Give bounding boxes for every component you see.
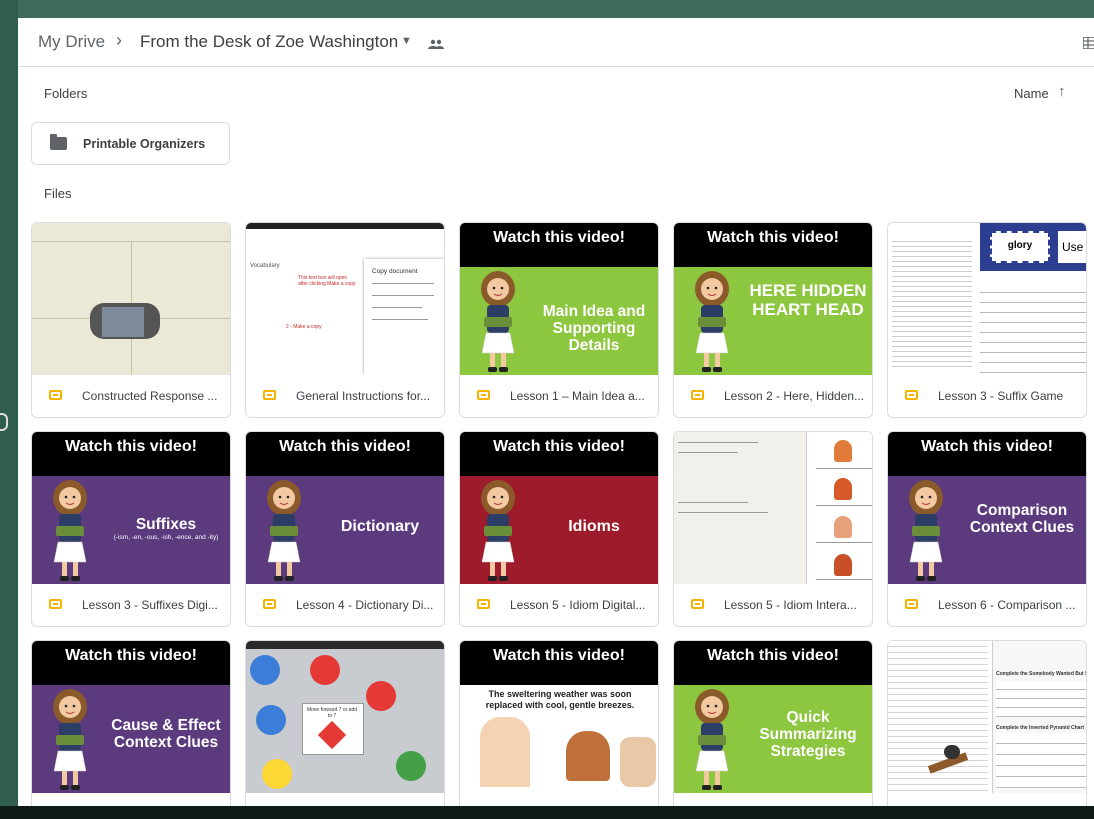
- character-illustration: [267, 480, 301, 581]
- file-name: Lesson 2 - Here, Hidden...: [724, 389, 865, 403]
- slides-icon: [905, 599, 918, 609]
- character-illustration: [53, 480, 87, 581]
- file-thumbnail: glory Use: [888, 223, 1086, 375]
- folder-printable-organizers[interactable]: Printable Organizers: [31, 122, 230, 165]
- file-card[interactable]: Vocabulary Copy document This text box w…: [245, 222, 445, 418]
- file-card[interactable]: Watch this video! The sweltering weather…: [459, 640, 659, 806]
- slides-icon: [691, 599, 704, 609]
- character-illustration: [53, 689, 87, 790]
- folders-heading: Folders: [44, 86, 88, 101]
- file-card[interactable]: Watch this video! Idioms Lesson 5 - Idio…: [459, 431, 659, 627]
- file-card[interactable]: Lesson 5 - Idiom Intera...: [673, 431, 873, 627]
- file-name: Lesson 3 - Suffixes Digi...: [82, 598, 218, 612]
- shared-folder-icon: [50, 134, 67, 150]
- slides-icon: [477, 599, 490, 609]
- file-card[interactable]: Watch this video! HERE HIDDEN HEART HEAD…: [673, 222, 873, 418]
- file-name: Constructed Response ...: [82, 389, 218, 403]
- file-thumbnail: Vocabulary Copy document This text box w…: [246, 223, 444, 375]
- character-illustration: [695, 689, 729, 790]
- file-card[interactable]: Watch this video! Quick Summarizing Stra…: [673, 640, 873, 806]
- breadcrumb-current-folder[interactable]: From the Desk of Zoe Washington: [140, 32, 398, 52]
- file-card[interactable]: Constructed Response ...: [31, 222, 231, 418]
- sort-direction-icon[interactable]: ↑: [1058, 83, 1066, 100]
- video-thumbnail: Watch this video! Main Idea and Supporti…: [460, 223, 658, 375]
- sort-by-name[interactable]: Name: [1014, 86, 1049, 101]
- breadcrumb-my-drive[interactable]: My Drive: [38, 32, 105, 52]
- character-illustration: [481, 271, 515, 372]
- file-card[interactable]: glory Use Lesson 3 - Suffix Game: [887, 222, 1087, 418]
- slides-icon: [49, 390, 62, 400]
- file-thumbnail: Move forward 7 or add to 7: [246, 641, 444, 793]
- folder-label: Printable Organizers: [83, 137, 206, 151]
- background-strip: [0, 0, 18, 819]
- video-thumbnail: Watch this video! The sweltering weather…: [460, 641, 658, 793]
- file-name: General Instructions for...: [296, 389, 431, 403]
- file-thumbnail: [674, 432, 872, 584]
- video-thumbnail: Watch this video! HERE HIDDEN HEART HEAD: [674, 223, 872, 375]
- video-thumbnail: Watch this video! Dictionary: [246, 432, 444, 584]
- video-thumbnail: Watch this video! Idioms: [460, 432, 658, 584]
- shared-people-icon: [428, 39, 444, 49]
- video-thumbnail: Watch this video! Cause & Effect Context…: [32, 641, 230, 793]
- slides-icon: [263, 390, 276, 400]
- file-name: Lesson 5 - Idiom Digital...: [510, 598, 646, 612]
- breadcrumb-separator: ›: [116, 30, 122, 50]
- file-card[interactable]: Watch this video! Cause & Effect Context…: [31, 640, 231, 806]
- file-card[interactable]: Watch this video! Comparison Context Clu…: [887, 431, 1087, 627]
- slides-icon: [477, 390, 490, 400]
- slide-bullet-marker: [0, 413, 8, 431]
- file-name: Lesson 6 - Comparison ...: [938, 598, 1076, 612]
- file-card[interactable]: Complete the Somebody Wanted But So Char…: [887, 640, 1087, 806]
- file-card[interactable]: Watch this video! Dictionary Lesson 4 - …: [245, 431, 445, 627]
- video-thumbnail: Watch this video! Suffixes (-ism, -en, -…: [32, 432, 230, 584]
- slides-icon: [691, 390, 704, 400]
- file-card[interactable]: Watch this video! Suffixes (-ism, -en, -…: [31, 431, 231, 627]
- slides-icon: [49, 599, 62, 609]
- character-illustration: [481, 480, 515, 581]
- slides-icon: [905, 390, 918, 400]
- grid-view-icon[interactable]: [1083, 37, 1094, 49]
- file-name: Lesson 1 – Main Idea a...: [510, 389, 645, 403]
- file-card[interactable]: Watch this video! Main Idea and Supporti…: [459, 222, 659, 418]
- chevron-down-icon[interactable]: ▼: [401, 35, 412, 47]
- character-illustration: [909, 480, 943, 581]
- file-name: Lesson 4 - Dictionary Di...: [296, 598, 434, 612]
- bottom-frame: [0, 806, 1094, 819]
- toolbar: My Drive › From the Desk of Zoe Washingt…: [18, 18, 1094, 67]
- character-illustration: [695, 271, 729, 372]
- video-thumbnail: Watch this video! Comparison Context Clu…: [888, 432, 1086, 584]
- file-thumbnail: Complete the Somebody Wanted But So Char…: [888, 641, 1086, 793]
- drive-window: My Drive › From the Desk of Zoe Washingt…: [18, 18, 1094, 806]
- file-thumbnail: [32, 223, 230, 375]
- file-card[interactable]: Move forward 7 or add to 7: [245, 640, 445, 806]
- slides-icon: [263, 599, 276, 609]
- video-thumbnail: Watch this video! Quick Summarizing Stra…: [674, 641, 872, 793]
- files-heading: Files: [44, 186, 72, 201]
- file-name: Lesson 3 - Suffix Game: [938, 389, 1064, 403]
- file-name: Lesson 5 - Idiom Intera...: [724, 598, 857, 612]
